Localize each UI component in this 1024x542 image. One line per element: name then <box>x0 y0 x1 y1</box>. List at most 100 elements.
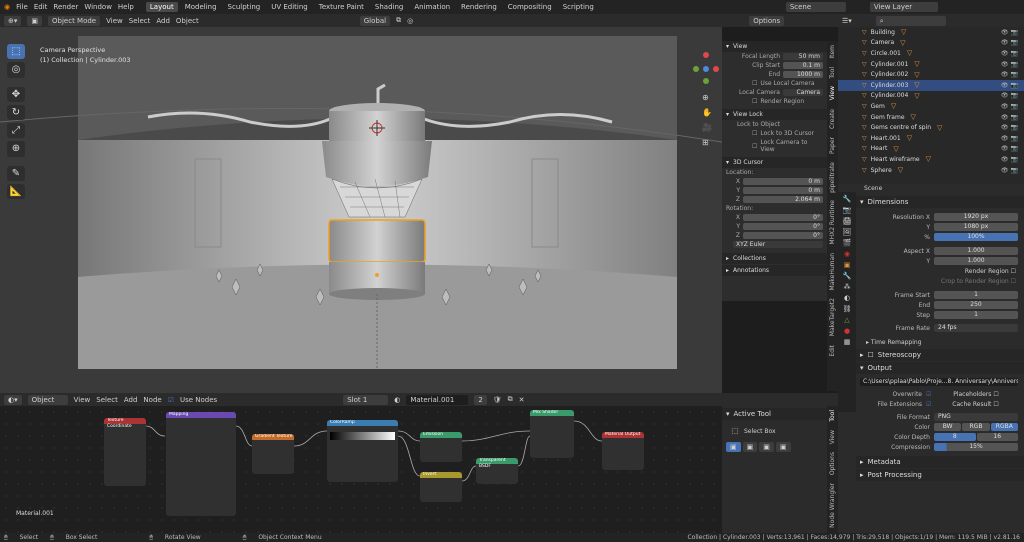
tab-pipelitrate[interactable]: pipelitrate <box>829 160 836 195</box>
active-tool-section[interactable]: ▾ Active Tool <box>722 408 827 420</box>
file-format-dropdown[interactable]: PNG <box>934 413 1018 421</box>
tab-modeling[interactable]: Modeling <box>181 2 221 12</box>
outliner-row[interactable]: ▽ Gem frame ▽ 👁📷 <box>838 112 1024 123</box>
tab-scripting[interactable]: Scripting <box>559 2 598 12</box>
material-users-count[interactable]: 2 <box>474 394 487 405</box>
material-browse-icon[interactable]: ◐ <box>394 396 400 404</box>
post-processing-section[interactable]: ▸ Post Processing <box>856 469 1024 481</box>
tab-shading[interactable]: Shading <box>371 2 407 12</box>
outliner-search-input[interactable]: ⌕ <box>875 15 946 26</box>
cursor-y-field[interactable]: 0 m <box>743 187 823 194</box>
particles-icon[interactable]: ⁂ <box>844 283 851 291</box>
transform-orientation-dropdown[interactable]: Global <box>359 15 391 26</box>
local-camera-field[interactable]: Camera <box>783 89 823 96</box>
tab-maketarget[interactable]: MakeTarget2 <box>829 296 836 338</box>
outliner-row[interactable]: ▽ Cylinder.001 ▽ 👁📷 <box>838 59 1024 70</box>
outliner-row[interactable]: ▽ Gems centre of spin ▽ 👁📷 <box>838 122 1024 133</box>
menu-edit[interactable]: Edit <box>34 3 48 11</box>
cursor-tool-icon[interactable]: ◎ <box>7 62 25 78</box>
data-props-icon[interactable]: △ <box>844 316 849 324</box>
tab-makehuman[interactable]: MakeHuman <box>829 251 836 292</box>
ne-tab-tool[interactable]: Tool <box>829 408 836 424</box>
resolution-x-field[interactable]: 1920 px <box>934 213 1018 221</box>
color-rgba-button[interactable]: RGBA <box>990 423 1018 431</box>
tab-item[interactable]: Item <box>829 43 836 61</box>
outliner-row[interactable]: ▽ Cylinder.002 ▽ 👁📷 <box>838 69 1024 80</box>
stereoscopy-checkbox[interactable]: ☐ <box>868 351 874 359</box>
material-props-icon[interactable]: ● <box>844 327 850 335</box>
mesh-data-icon[interactable]: ▽ <box>926 155 931 163</box>
tab-view[interactable]: View <box>829 84 836 102</box>
tab-sculpting[interactable]: Sculpting <box>224 2 265 12</box>
collections-section[interactable]: ▸ Collections <box>722 253 827 264</box>
select-mode-invert-icon[interactable]: ▣ <box>775 442 791 452</box>
node-canvas[interactable]: Texture Coordinate Mapping Gradient Text… <box>0 406 722 533</box>
annotations-section[interactable]: ▸ Annotations <box>722 265 827 276</box>
aspect-x-field[interactable]: 1.000 <box>934 247 1018 255</box>
cursor-x-field[interactable]: 0 m <box>743 178 823 185</box>
tab-tool[interactable]: Tool <box>829 65 836 81</box>
node-mapping[interactable]: Mapping <box>166 412 236 516</box>
view-lock-section[interactable]: ▾ View Lock <box>722 109 827 120</box>
scene-selector[interactable]: Scene <box>785 2 846 12</box>
transform-tool-icon[interactable]: ⊕ <box>7 141 25 157</box>
node-mix-shader[interactable]: Mix Shader <box>530 410 574 458</box>
color-bw-button[interactable]: BW <box>934 423 962 431</box>
selected-cylinder[interactable] <box>328 219 426 263</box>
visibility-toggle-icon[interactable]: 👁📷 <box>1001 50 1020 57</box>
ne-menu-view[interactable]: View <box>74 396 91 404</box>
resolution-y-field[interactable]: 1080 px <box>934 223 1018 231</box>
outliner-row[interactable]: ▽ Sphere ▽ 👁📷 <box>838 165 1024 176</box>
output-path-field[interactable]: C:\Users\pplaa\Pablo\Proje...8. Annivers… <box>860 378 1018 386</box>
viewport-menu-view[interactable]: View <box>106 17 123 25</box>
editor-type-button[interactable]: ⊕▾ <box>4 15 22 26</box>
tab-texture-paint[interactable]: Texture Paint <box>315 2 368 12</box>
metadata-section[interactable]: ▸ Metadata <box>856 456 1024 468</box>
outliner-row[interactable]: ▽ Heart wireframe ▽ 👁📷 <box>838 154 1024 165</box>
render-region-checkbox[interactable]: ☐ <box>1011 268 1016 275</box>
menu-render[interactable]: Render <box>53 3 78 11</box>
visibility-toggle-icon[interactable]: 👁📷 <box>1001 156 1020 163</box>
snap-icon[interactable]: ⧉ <box>396 16 401 25</box>
tab-animation[interactable]: Animation <box>410 2 454 12</box>
frame-end-field[interactable]: 250 <box>934 301 1018 309</box>
view-section-header[interactable]: ▾ View <box>722 41 827 52</box>
object-props-icon[interactable]: ▣ <box>844 261 851 269</box>
tool-props-icon[interactable]: 🔧 <box>843 195 852 203</box>
shader-type-dropdown[interactable]: Object <box>27 394 68 405</box>
resolution-percent-slider[interactable]: 100% <box>934 233 1018 241</box>
modifier-props-icon[interactable]: 🔧 <box>843 272 852 280</box>
mesh-data-icon[interactable]: ▽ <box>891 102 896 110</box>
frame-step-field[interactable]: 1 <box>934 311 1018 319</box>
object-mode-dropdown[interactable]: Object Mode <box>48 15 101 26</box>
node-colorramp[interactable]: ColorRamp <box>327 420 398 482</box>
node-transparent-bsdf[interactable]: Transparent BSDF <box>476 458 518 484</box>
visibility-toggle-icon[interactable]: 👁📷 <box>1001 82 1020 89</box>
rot-x-field[interactable]: 0° <box>743 214 823 221</box>
node-texture-coordinate[interactable]: Texture Coordinate <box>104 418 146 486</box>
unlink-material-icon[interactable]: ✕ <box>519 396 525 404</box>
proportional-edit-icon[interactable]: ◎ <box>407 17 413 25</box>
blender-logo-icon[interactable]: ◉ <box>4 3 10 11</box>
tab-paper[interactable]: Paper <box>829 135 836 156</box>
mesh-data-icon[interactable]: ▽ <box>911 113 916 121</box>
measure-tool-icon[interactable]: 📐 <box>7 183 25 199</box>
ne-tab-view[interactable]: View <box>829 428 836 446</box>
menu-file[interactable]: File <box>16 3 28 11</box>
ne-tab-options[interactable]: Options <box>829 450 836 477</box>
lock-camera-checkbox[interactable]: ☐ <box>752 143 757 150</box>
options-button[interactable]: Options <box>749 15 785 26</box>
node-emission[interactable]: Emission <box>420 432 462 462</box>
focal-length-field[interactable]: 50 mm <box>783 53 823 60</box>
move-tool-icon[interactable]: ✥ <box>7 86 25 102</box>
visibility-toggle-icon[interactable]: 👁📷 <box>1001 135 1020 142</box>
outliner-row[interactable]: ▽ Camera ▽ 👁📷 <box>838 38 1024 49</box>
copy-material-icon[interactable]: ⧉ <box>508 395 513 404</box>
viewport-menu-select[interactable]: Select <box>129 17 151 25</box>
3d-viewport[interactable]: Camera Perspective (1) Collection | Cyli… <box>0 27 723 393</box>
lock-3d-cursor-checkbox[interactable]: ☐ <box>752 130 757 137</box>
select-mode-new-icon[interactable]: ▣ <box>726 442 741 452</box>
outliner-row[interactable]: ▽ Cylinder.003 ▽ 👁📷 <box>838 79 1024 91</box>
mesh-data-icon[interactable]: ▽ <box>937 124 942 132</box>
node-editor-type-button[interactable]: ◐▾ <box>4 394 22 405</box>
